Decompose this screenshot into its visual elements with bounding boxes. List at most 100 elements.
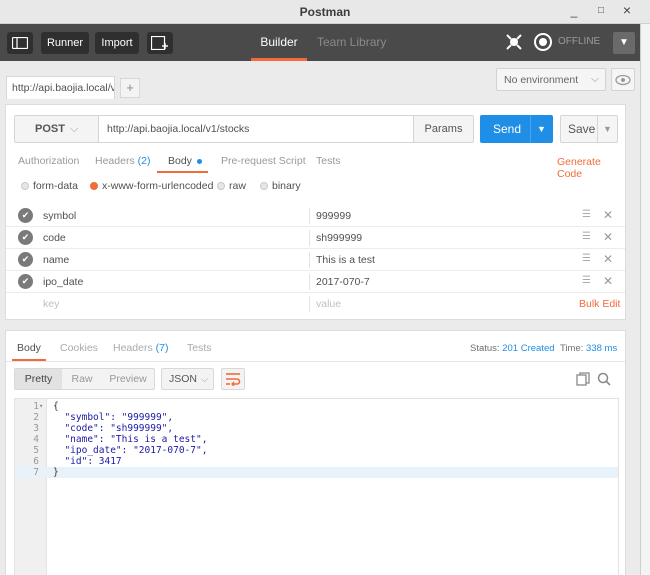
new-value-input[interactable]: value <box>316 298 341 310</box>
environment-select-value: No environment <box>504 74 579 86</box>
tab-response-cookies[interactable]: Cookies <box>60 342 98 354</box>
title-bar: Postman _ □ × <box>0 0 650 24</box>
checkmark-icon[interactable]: ✔ <box>18 274 33 289</box>
copy-icon[interactable] <box>576 372 590 386</box>
checkmark-icon[interactable]: ✔ <box>18 230 33 245</box>
format-preview[interactable]: Preview <box>102 369 154 389</box>
modified-dot-icon <box>196 158 202 164</box>
send-button[interactable]: Send ▼ <box>480 115 553 143</box>
delete-icon[interactable]: ✕ <box>603 274 613 288</box>
active-tab-indicator <box>157 171 208 173</box>
chevron-down-icon[interactable]: ▼ <box>603 116 612 142</box>
response-body-editor[interactable]: 1 ▾ { 2 "symbol": "999999", 3 "code": "s… <box>14 398 619 575</box>
line-number: 1 <box>33 401 39 412</box>
request-tab[interactable]: http://api.baojia.local/v1 <box>6 76 115 99</box>
drag-handle-icon[interactable]: ☰ <box>582 231 591 242</box>
code-text: "ipo_date": "2017-070-7", <box>53 445 208 456</box>
column-divider <box>309 208 310 224</box>
import-button[interactable]: Import <box>95 32 139 54</box>
chevron-down-icon: ⌵ <box>70 123 79 135</box>
tab-team-library[interactable]: Team Library <box>317 24 386 61</box>
chevron-down-icon[interactable]: ▼ <box>537 115 546 143</box>
user-menu-button[interactable]: ▼ <box>613 32 635 54</box>
method-select[interactable]: POST ⌵ <box>15 116 99 142</box>
response-panel: Body Cookies Headers (7) Tests Status: 2… <box>5 330 626 575</box>
param-value[interactable]: 999999 <box>316 210 351 222</box>
delete-icon[interactable]: ✕ <box>603 230 613 244</box>
tab-tests[interactable]: Tests <box>316 155 341 167</box>
tab-response-headers[interactable]: Headers (7) <box>113 342 168 354</box>
drag-handle-icon[interactable]: ☰ <box>582 275 591 286</box>
wrap-lines-button[interactable] <box>221 368 245 390</box>
param-value[interactable]: This is a test <box>316 254 375 266</box>
delete-icon[interactable]: ✕ <box>603 208 613 222</box>
format-pretty[interactable]: Pretty <box>15 369 62 389</box>
sync-icon[interactable] <box>533 32 553 52</box>
satellite-icon[interactable] <box>504 32 524 52</box>
generate-code-link[interactable]: Generate Code <box>557 156 625 180</box>
param-value[interactable]: 2017-070-7 <box>316 276 370 288</box>
maximize-button[interactable]: □ <box>594 5 608 16</box>
tab-body[interactable]: Body <box>168 155 202 167</box>
table-row: ✔ code sh999999 ☰ ✕ <box>6 227 625 249</box>
column-divider <box>309 230 310 246</box>
chevron-down-icon: ▼ <box>619 37 629 48</box>
sidebar-toggle-button[interactable] <box>7 32 33 54</box>
param-value[interactable]: sh999999 <box>316 232 362 244</box>
params-button[interactable]: Params <box>413 116 473 142</box>
format-raw[interactable]: Raw <box>62 369 102 389</box>
tab-authorization[interactable]: Authorization <box>18 155 79 167</box>
bulk-edit-link[interactable]: Bulk Edit <box>579 298 620 310</box>
checkmark-icon[interactable]: ✔ <box>18 252 33 267</box>
table-row: ✔ symbol 999999 ☰ ✕ <box>6 205 625 227</box>
status-text: Created <box>520 343 555 354</box>
save-divider <box>597 116 598 142</box>
url-bar: POST ⌵ http://api.baojia.local/v1/stocks… <box>14 115 474 143</box>
minimize-button[interactable]: _ <box>567 4 581 18</box>
checkmark-icon[interactable]: ✔ <box>18 208 33 223</box>
radio-binary[interactable]: binary <box>260 180 301 192</box>
tab-headers[interactable]: Headers (2) <box>95 155 150 167</box>
fold-arrow-icon[interactable]: ▾ <box>39 401 43 412</box>
param-key[interactable]: symbol <box>43 210 76 222</box>
save-button[interactable]: Save ▼ <box>560 115 618 143</box>
close-button[interactable]: × <box>620 2 634 18</box>
tab-response-body[interactable]: Body <box>17 342 41 354</box>
search-icon[interactable] <box>597 372 611 386</box>
environment-select[interactable]: No environment ⌵ <box>496 68 606 91</box>
add-tab-button[interactable]: + <box>120 78 140 98</box>
radio-form-data[interactable]: form-data <box>21 180 78 192</box>
drag-handle-icon[interactable]: ☰ <box>582 209 591 220</box>
delete-icon[interactable]: ✕ <box>603 252 613 266</box>
param-key[interactable]: code <box>43 232 66 244</box>
language-select[interactable]: JSON ⌵ <box>161 368 214 390</box>
column-divider <box>309 252 310 268</box>
send-button-label: Send <box>493 122 522 136</box>
background-window-edge <box>640 24 650 575</box>
param-key[interactable]: ipo_date <box>43 276 83 288</box>
new-param-row: key value Bulk Edit <box>6 293 625 315</box>
param-key[interactable]: name <box>43 254 69 266</box>
tab-prerequest-script[interactable]: Pre-request Script <box>221 155 306 167</box>
tab-builder[interactable]: Builder <box>251 24 307 61</box>
environment-quick-look-button[interactable] <box>611 68 635 91</box>
tab-headers-label: Headers <box>95 155 135 167</box>
runner-button[interactable]: Runner <box>41 32 89 54</box>
code-text: { <box>53 401 59 412</box>
time-value: 338 ms <box>586 343 618 354</box>
new-window-button[interactable] <box>147 32 173 54</box>
code-text: "code": "sh999999", <box>53 423 174 434</box>
table-row: ✔ ipo_date 2017-070-7 ☰ ✕ <box>6 271 625 293</box>
tab-response-tests[interactable]: Tests <box>187 342 212 354</box>
radio-raw[interactable]: raw <box>217 180 246 192</box>
chevron-down-icon: ⌵ <box>591 73 599 85</box>
drag-handle-icon[interactable]: ☰ <box>582 253 591 264</box>
sidebar-toggle-icon <box>11 36 29 50</box>
save-button-label: Save <box>568 122 596 136</box>
eye-icon <box>615 74 631 86</box>
new-key-input[interactable]: key <box>43 298 59 310</box>
radio-urlencoded[interactable]: x-www-form-urlencoded <box>90 180 213 192</box>
status-readout: Status: 201 Created <box>470 343 555 354</box>
wrap-lines-icon <box>226 373 241 387</box>
url-input[interactable]: http://api.baojia.local/v1/stocks <box>107 123 249 135</box>
